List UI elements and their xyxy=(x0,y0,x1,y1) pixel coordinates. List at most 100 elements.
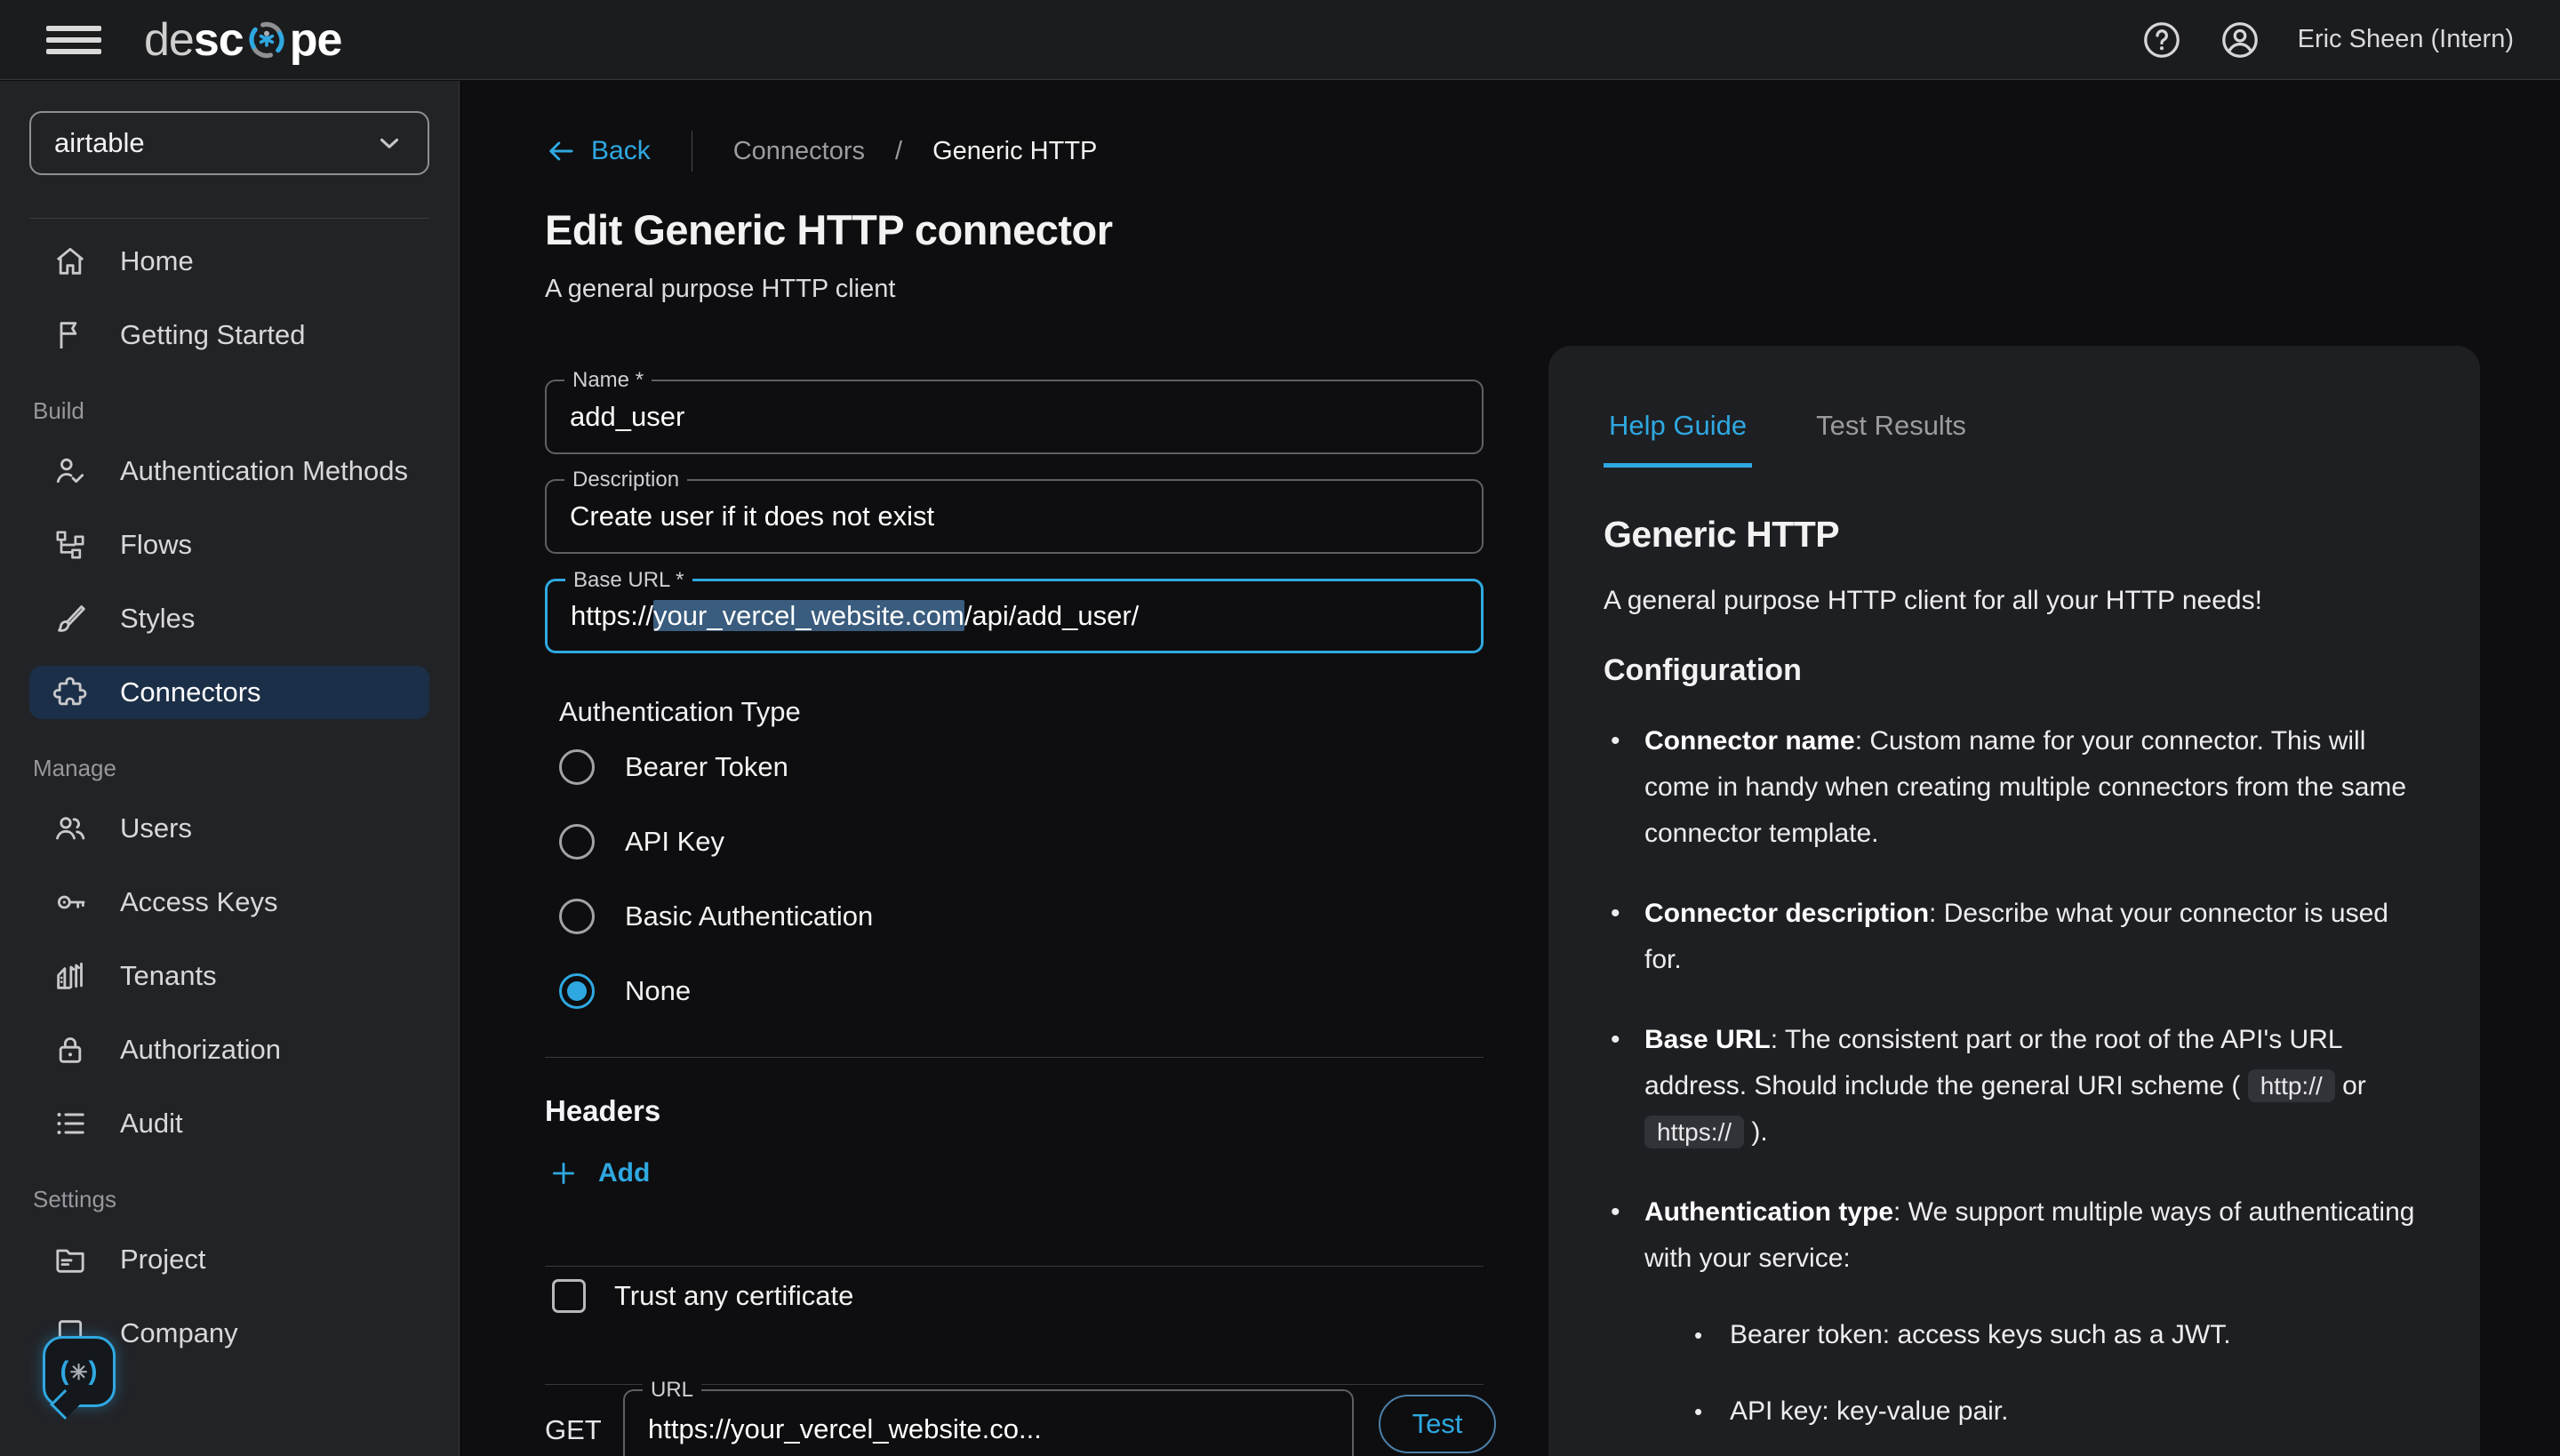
help-config-heading: Configuration xyxy=(1604,653,1802,687)
sidebar-item-label: Authorization xyxy=(120,1034,281,1065)
base-url-field[interactable]: Base URL * https://your_vercel_website.c… xyxy=(545,568,1484,653)
radio-icon xyxy=(559,899,595,934)
help-bullet-list: Connector name: Custom name for your con… xyxy=(1604,718,2425,1456)
sidebar-item-label: Company xyxy=(120,1317,238,1348)
name-field-value: add_user xyxy=(570,401,685,432)
account-icon[interactable] xyxy=(2220,20,2260,60)
tab-test-results[interactable]: Test Results xyxy=(1811,397,1972,468)
back-label: Back xyxy=(591,136,651,165)
project-selector-value: airtable xyxy=(54,127,145,158)
folder-icon xyxy=(52,1242,88,1277)
description-field[interactable]: Description Create user if it does not e… xyxy=(545,468,1484,554)
logo-text-bold-left: sc xyxy=(193,13,244,66)
flow-tree-icon xyxy=(52,527,88,563)
radio-icon xyxy=(559,824,595,860)
section-divider xyxy=(545,1266,1484,1267)
puzzle-icon xyxy=(52,675,88,710)
test-button[interactable]: Test xyxy=(1379,1395,1496,1453)
sidebar-item-label: Access Keys xyxy=(120,886,278,917)
list-item: Bearer token: access keys such as a JWT. xyxy=(1691,1312,2425,1358)
trust-certificate-checkbox[interactable]: Trust any certificate xyxy=(552,1279,853,1313)
checkbox-icon xyxy=(552,1279,586,1313)
chevron-down-icon xyxy=(374,128,404,158)
sidebar-item-flows[interactable]: Flows xyxy=(29,518,429,572)
main-content: Back Connectors / Generic HTTP Edit Gene… xyxy=(460,81,2560,1456)
breadcrumb-current: Generic HTTP xyxy=(932,136,1098,165)
sidebar-item-audit[interactable]: Audit xyxy=(29,1097,429,1150)
radio-basic-authentication[interactable]: Basic Authentication xyxy=(559,899,873,934)
sidebar-item-label: Styles xyxy=(120,603,196,634)
back-button[interactable]: Back xyxy=(545,135,651,167)
radio-api-key[interactable]: API Key xyxy=(559,824,724,860)
sidebar-item-connectors[interactable]: Connectors xyxy=(29,666,429,719)
descope-chat-mark-icon: (✳) xyxy=(60,1356,99,1386)
top-bar: de sc pe Eric Sheen (Intern) xyxy=(0,0,2560,80)
support-chat-widget[interactable]: (✳) xyxy=(43,1336,116,1407)
home-icon xyxy=(52,244,88,279)
sidebar-item-label: Project xyxy=(120,1244,206,1275)
test-url-field[interactable]: URL https://your_vercel_website.co... xyxy=(623,1378,1354,1456)
sidebar-item-label: Audit xyxy=(120,1108,183,1139)
sidebar-item-label: Users xyxy=(120,812,192,844)
list-item: Base URL: The consistent part or the roo… xyxy=(1604,1017,2425,1156)
tenants-icon xyxy=(52,958,88,994)
descope-mark-icon xyxy=(245,19,288,61)
test-url-label: URL xyxy=(643,1378,702,1403)
name-field-label: Name * xyxy=(564,368,652,393)
description-field-value: Create user if it does not exist xyxy=(570,500,935,532)
sidebar-item-access-keys[interactable]: Access Keys xyxy=(29,876,429,929)
hamburger-menu-icon[interactable] xyxy=(46,20,101,60)
help-icon[interactable] xyxy=(2141,20,2182,60)
sidebar-section-build: Build xyxy=(33,397,84,424)
bullet-term: Connector name xyxy=(1644,726,1855,756)
add-header-button[interactable]: Add xyxy=(548,1158,650,1188)
user-name[interactable]: Eric Sheen (Intern) xyxy=(2298,25,2514,54)
users-icon xyxy=(52,811,88,846)
sidebar-item-users[interactable]: Users xyxy=(29,802,429,855)
sidebar-item-label: Authentication Methods xyxy=(120,455,408,486)
list-item: Authentication type: We support multiple… xyxy=(1604,1189,2425,1456)
sidebar-item-home[interactable]: Home xyxy=(29,235,429,288)
headers-heading: Headers xyxy=(545,1094,661,1127)
logo-text-bold-right: pe xyxy=(289,13,343,66)
code-chip-http: http:// xyxy=(2247,1069,2335,1102)
sidebar-item-label: Flows xyxy=(120,529,192,560)
list-item: Connector description: Describe what you… xyxy=(1604,891,2425,983)
sidebar-section-manage: Manage xyxy=(33,755,116,781)
section-divider xyxy=(545,1057,1484,1058)
breadcrumb-separator: / xyxy=(895,136,903,165)
sidebar-item-tenants[interactable]: Tenants xyxy=(29,949,429,1003)
help-sub-list: Bearer token: access keys such as a JWT.… xyxy=(1644,1312,2425,1456)
radio-checked-icon xyxy=(559,973,595,1009)
breadcrumb-connectors[interactable]: Connectors xyxy=(733,137,865,166)
auth-type-label: Authentication Type xyxy=(559,696,801,727)
test-url-value: https://your_vercel_website.co... xyxy=(648,1413,1042,1444)
brush-icon xyxy=(52,601,88,636)
sidebar-item-styles[interactable]: Styles xyxy=(29,592,429,645)
tab-help-guide[interactable]: Help Guide xyxy=(1604,397,1753,468)
base-url-suffix: /api/add_user/ xyxy=(964,600,1140,631)
key-icon xyxy=(52,884,88,920)
back-arrow-icon xyxy=(545,135,577,167)
descope-logo: de sc pe xyxy=(144,13,343,67)
sidebar-item-authentication-methods[interactable]: Authentication Methods xyxy=(29,444,429,498)
project-selector[interactable]: airtable xyxy=(29,111,429,175)
bullet-term: Authentication type xyxy=(1644,1197,1894,1227)
help-intro: A general purpose HTTP client for all yo… xyxy=(1604,586,2262,615)
radio-icon xyxy=(559,749,595,785)
sidebar-divider xyxy=(29,218,429,219)
sidebar-item-getting-started[interactable]: Getting Started xyxy=(29,308,429,362)
radio-none[interactable]: None xyxy=(559,973,691,1009)
sidebar-item-label: Connectors xyxy=(120,676,261,708)
list-item: Connector name: Custom name for your con… xyxy=(1604,718,2425,857)
base-url-selected-text: your_vercel_website.com xyxy=(653,600,964,631)
breadcrumb: Connectors / Generic HTTP xyxy=(733,137,1098,166)
sidebar-item-label: Home xyxy=(120,245,194,276)
sidebar-item-project[interactable]: Project xyxy=(29,1233,429,1286)
radio-bearer-token[interactable]: Bearer Token xyxy=(559,749,788,785)
page-subtitle: A general purpose HTTP client xyxy=(545,275,896,303)
sidebar-item-label: Tenants xyxy=(120,960,217,991)
help-panel: Help Guide Test Results Generic HTTP A g… xyxy=(1548,346,2480,1456)
sidebar-item-authorization[interactable]: Authorization xyxy=(29,1023,429,1076)
name-field[interactable]: Name * add_user xyxy=(545,368,1484,454)
